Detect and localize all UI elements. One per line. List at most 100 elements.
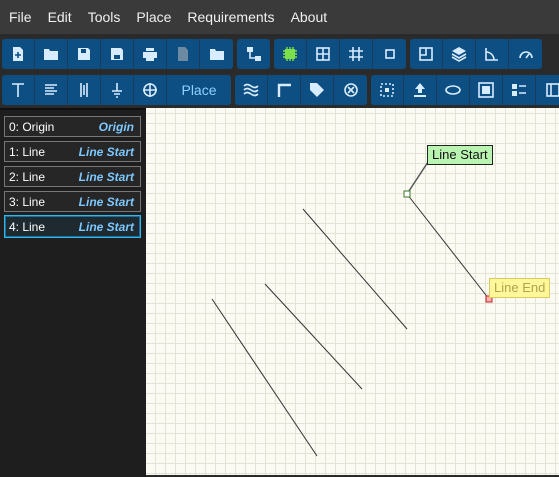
ellipse-icon: [445, 82, 461, 98]
select-icon: [379, 82, 395, 98]
segment-type: Line Start: [79, 220, 134, 234]
save-as-icon: [109, 46, 125, 62]
grid-button[interactable]: [307, 39, 340, 69]
text-group: Place: [2, 75, 231, 105]
view-group: [274, 39, 406, 69]
wave-button[interactable]: [235, 75, 268, 105]
list-button[interactable]: [503, 75, 536, 105]
segment-row-2[interactable]: 2: Line Line Start: [4, 166, 141, 187]
segment-label: 4: Line: [9, 220, 45, 234]
open-button[interactable]: [35, 39, 68, 69]
segment-label: 0: Origin: [9, 120, 54, 134]
layer-group: [410, 39, 542, 69]
segment-row-3[interactable]: 3: Line Line Start: [4, 191, 141, 212]
print-button[interactable]: [134, 39, 167, 69]
angle-icon: [484, 46, 500, 62]
menu-edit[interactable]: Edit: [40, 0, 80, 34]
tree-group: [237, 39, 270, 69]
panel-button[interactable]: [536, 75, 559, 105]
segment-list: 0: Origin Origin 1: Line Line Start 2: L…: [0, 108, 146, 477]
layers-button[interactable]: [443, 39, 476, 69]
line-segment-3[interactable]: [303, 209, 407, 329]
select-button[interactable]: [371, 75, 404, 105]
angle-button[interactable]: [476, 39, 509, 69]
panel-icon: [545, 82, 559, 98]
square-button[interactable]: [373, 39, 406, 69]
copy-icon: [175, 46, 191, 62]
chip-button[interactable]: [274, 39, 307, 69]
tree-button[interactable]: [237, 39, 270, 69]
text-icon: [10, 82, 26, 98]
menu-bar: File Edit Tools Place Requirements About: [0, 0, 559, 34]
gauge-icon: [518, 46, 534, 62]
tag-icon: [309, 82, 325, 98]
segment-label: 2: Line: [9, 170, 45, 184]
menu-tools[interactable]: Tools: [80, 0, 129, 34]
folder-icon: [209, 46, 225, 62]
square-icon: [382, 46, 398, 62]
frame-icon: [418, 46, 434, 62]
menu-about[interactable]: About: [283, 0, 336, 34]
vertical-lines-icon: [76, 82, 92, 98]
segment-label: 3: Line: [9, 195, 45, 209]
ground-button[interactable]: [101, 75, 134, 105]
corner-icon: [276, 82, 292, 98]
menu-place[interactable]: Place: [128, 0, 179, 34]
ellipse-button[interactable]: [437, 75, 470, 105]
line-end-tag[interactable]: Line End: [489, 278, 550, 298]
save-button[interactable]: [68, 39, 101, 69]
print-icon: [142, 46, 158, 62]
new-file-button[interactable]: [2, 39, 35, 69]
menu-file[interactable]: File: [0, 0, 40, 34]
target-button[interactable]: [134, 75, 167, 105]
vertical-lines-button[interactable]: [68, 75, 101, 105]
save-as-button[interactable]: [101, 39, 134, 69]
cancel-button[interactable]: [334, 75, 367, 105]
line-segment-4[interactable]: [407, 194, 489, 299]
drawing-canvas[interactable]: Line Start Line End: [146, 108, 559, 475]
misc-group: [371, 75, 559, 105]
hash-icon: [348, 46, 364, 62]
text-button[interactable]: [2, 75, 35, 105]
segment-label: 1: Line: [9, 145, 45, 159]
start-tag-leader: [407, 162, 428, 194]
align-button[interactable]: [35, 75, 68, 105]
new-file-icon: [10, 46, 26, 62]
upload-button[interactable]: [404, 75, 437, 105]
crosshair-icon: [142, 82, 158, 98]
tree-icon: [246, 46, 262, 62]
save-icon: [76, 46, 92, 62]
segment-type: Origin: [99, 120, 134, 134]
drawing-toolbar: Place: [0, 73, 559, 107]
segment-row-4-selected[interactable]: 4: Line Line Start: [4, 215, 141, 238]
segment-type: Line Start: [79, 170, 134, 184]
segment-row-1[interactable]: 1: Line Line Start: [4, 141, 141, 162]
file-group: [2, 39, 233, 69]
shape-group: [235, 75, 367, 105]
main-toolbar: [0, 37, 559, 71]
upload-icon: [412, 82, 428, 98]
segment-row-0[interactable]: 0: Origin Origin: [4, 116, 141, 137]
copy-button[interactable]: [167, 39, 200, 69]
start-handle[interactable]: [404, 191, 410, 197]
frame-button[interactable]: [410, 39, 443, 69]
folder-button[interactable]: [200, 39, 233, 69]
line-start-tag[interactable]: Line Start: [427, 145, 493, 165]
wave-icon: [243, 82, 259, 98]
chip-icon: [282, 46, 298, 62]
cancel-circle-icon: [343, 82, 359, 98]
segment-type: Line Start: [79, 145, 134, 159]
list-icon: [511, 82, 527, 98]
hash-grid-button[interactable]: [340, 39, 373, 69]
tag-button[interactable]: [301, 75, 334, 105]
place-button[interactable]: Place: [167, 75, 231, 105]
corner-button[interactable]: [268, 75, 301, 105]
fit-icon: [478, 82, 494, 98]
grid-icon: [315, 46, 331, 62]
segment-type: Line Start: [79, 195, 134, 209]
gauge-button[interactable]: [509, 39, 542, 69]
fit-button[interactable]: [470, 75, 503, 105]
menu-requirements[interactable]: Requirements: [179, 0, 282, 34]
ground-icon: [109, 82, 125, 98]
line-segment-2[interactable]: [265, 284, 362, 389]
